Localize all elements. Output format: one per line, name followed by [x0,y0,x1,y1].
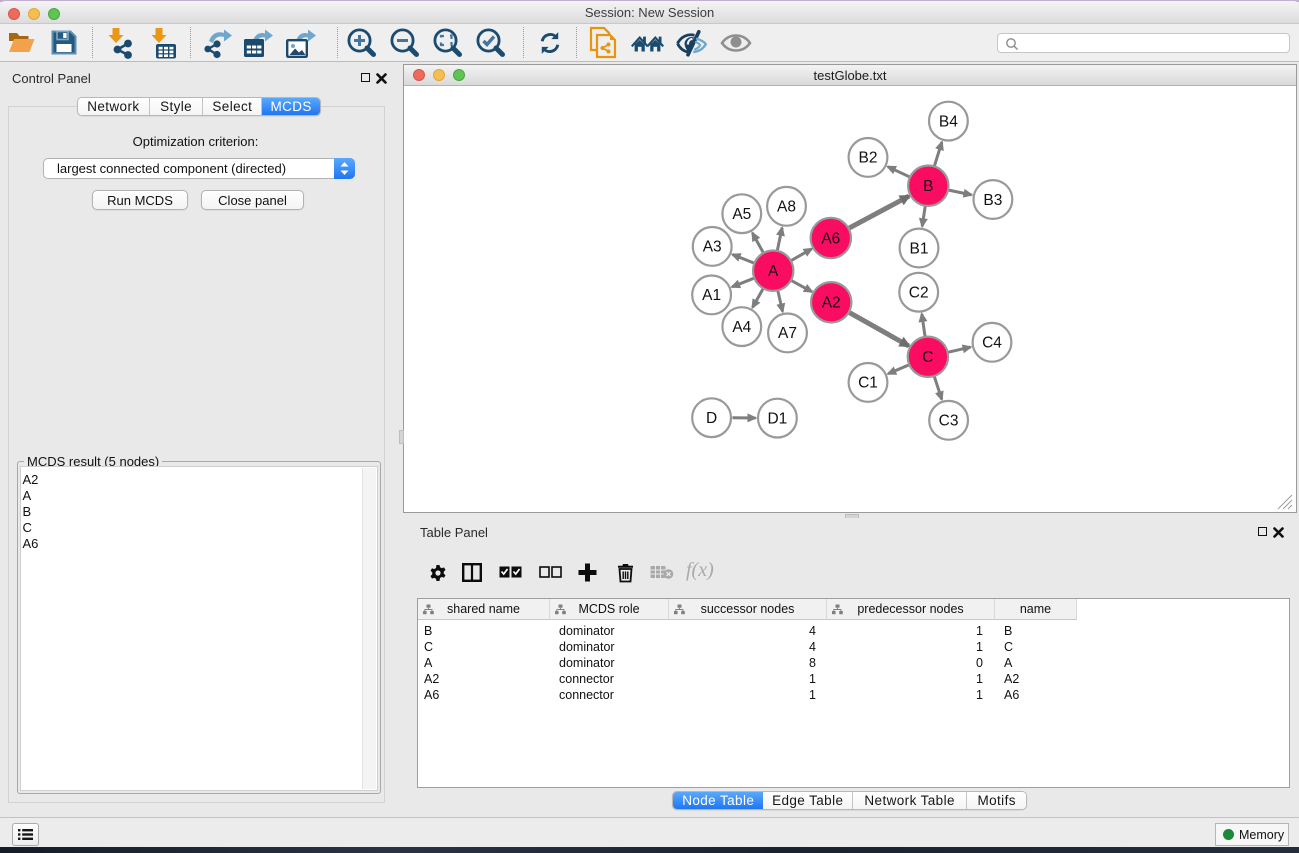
svg-text:B3: B3 [983,192,1002,209]
svg-text:C1: C1 [858,375,878,392]
svg-text:B: B [923,178,933,195]
svg-text:B2: B2 [859,150,878,167]
svg-text:C2: C2 [909,285,929,302]
svg-text:D1: D1 [767,410,787,427]
svg-text:C4: C4 [982,335,1002,352]
svg-text:A6: A6 [821,230,840,247]
svg-text:B4: B4 [939,113,958,130]
svg-text:A8: A8 [777,199,796,216]
svg-text:A5: A5 [732,206,751,223]
svg-text:A: A [768,263,779,280]
svg-text:C: C [922,349,933,366]
svg-text:A2: A2 [822,295,841,312]
svg-text:B1: B1 [910,240,929,257]
svg-text:A4: A4 [732,319,751,336]
svg-text:A7: A7 [778,325,797,342]
svg-text:D: D [706,410,717,427]
svg-text:C3: C3 [939,413,959,430]
svg-text:A1: A1 [702,287,721,304]
svg-text:A3: A3 [703,239,722,256]
